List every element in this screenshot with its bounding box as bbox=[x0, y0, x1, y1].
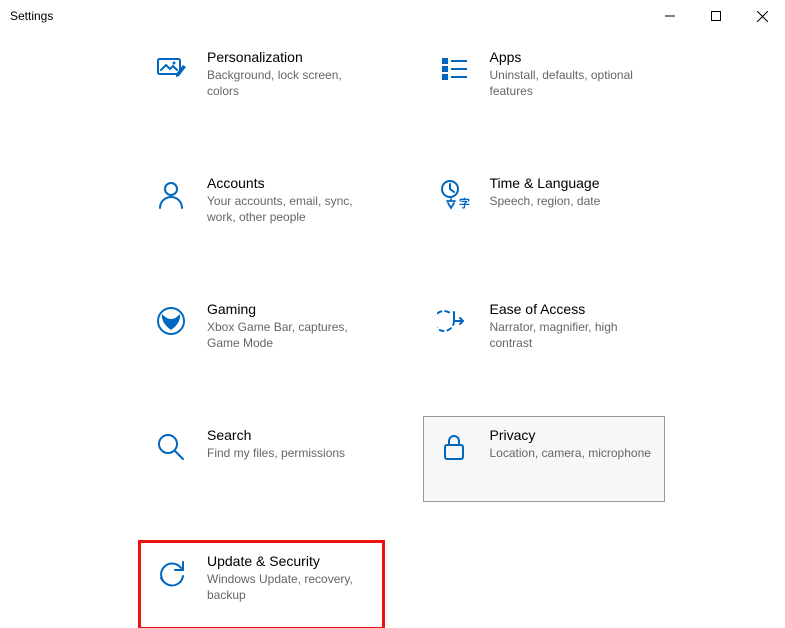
category-description: Location, camera, microphone bbox=[490, 445, 653, 461]
time-language-icon bbox=[436, 177, 472, 213]
category-title: Apps bbox=[490, 49, 653, 65]
category-description: Background, lock screen, colors bbox=[207, 67, 370, 99]
category-text: Update & Security Windows Update, recover… bbox=[207, 553, 370, 603]
category-text: Apps Uninstall, defaults, optional featur… bbox=[490, 49, 653, 99]
close-icon bbox=[757, 11, 768, 22]
close-button[interactable] bbox=[739, 0, 785, 32]
category-text: Gaming Xbox Game Bar, captures, Game Mode bbox=[207, 301, 370, 351]
minimize-icon bbox=[665, 11, 675, 21]
accounts-icon bbox=[153, 177, 189, 213]
titlebar: Settings bbox=[0, 0, 785, 32]
gaming-icon bbox=[153, 303, 189, 339]
window-title: Settings bbox=[10, 9, 647, 23]
category-description: Xbox Game Bar, captures, Game Mode bbox=[207, 319, 370, 351]
settings-category-privacy[interactable]: Privacy Location, camera, microphone bbox=[423, 416, 666, 502]
settings-category-update-security[interactable]: Update & Security Windows Update, recover… bbox=[140, 542, 383, 628]
category-description: Windows Update, recovery, backup bbox=[207, 571, 370, 603]
maximize-button[interactable] bbox=[693, 0, 739, 32]
privacy-icon bbox=[436, 429, 472, 465]
category-title: Accounts bbox=[207, 175, 370, 191]
category-text: Privacy Location, camera, microphone bbox=[490, 427, 653, 461]
settings-category-time-language[interactable]: Time & Language Speech, region, date bbox=[423, 164, 666, 250]
category-description: Speech, region, date bbox=[490, 193, 653, 209]
category-title: Search bbox=[207, 427, 370, 443]
category-description: Find my files, permissions bbox=[207, 445, 370, 461]
search-icon bbox=[153, 429, 189, 465]
settings-content: Personalization Background, lock screen, … bbox=[0, 32, 785, 628]
category-text: Search Find my files, permissions bbox=[207, 427, 370, 461]
category-text: Accounts Your accounts, email, sync, work… bbox=[207, 175, 370, 225]
settings-category-accounts[interactable]: Accounts Your accounts, email, sync, work… bbox=[140, 164, 383, 250]
apps-icon bbox=[436, 51, 472, 87]
category-title: Ease of Access bbox=[490, 301, 653, 317]
window-controls bbox=[647, 0, 785, 32]
category-text: Ease of Access Narrator, magnifier, high … bbox=[490, 301, 653, 351]
category-text: Time & Language Speech, region, date bbox=[490, 175, 653, 209]
category-title: Gaming bbox=[207, 301, 370, 317]
category-description: Narrator, magnifier, high contrast bbox=[490, 319, 653, 351]
ease-of-access-icon bbox=[436, 303, 472, 339]
category-title: Personalization bbox=[207, 49, 370, 65]
settings-category-gaming[interactable]: Gaming Xbox Game Bar, captures, Game Mode bbox=[140, 290, 383, 376]
settings-category-ease-of-access[interactable]: Ease of Access Narrator, magnifier, high … bbox=[423, 290, 666, 376]
maximize-icon bbox=[711, 11, 721, 21]
category-description: Your accounts, email, sync, work, other … bbox=[207, 193, 370, 225]
category-text: Personalization Background, lock screen, … bbox=[207, 49, 370, 99]
settings-grid: Personalization Background, lock screen, … bbox=[140, 38, 665, 628]
category-title: Update & Security bbox=[207, 553, 370, 569]
minimize-button[interactable] bbox=[647, 0, 693, 32]
category-description: Uninstall, defaults, optional features bbox=[490, 67, 653, 99]
settings-category-apps[interactable]: Apps Uninstall, defaults, optional featur… bbox=[423, 38, 666, 124]
update-security-icon bbox=[153, 555, 189, 591]
personalization-icon bbox=[153, 51, 189, 87]
category-title: Time & Language bbox=[490, 175, 653, 191]
settings-category-personalization[interactable]: Personalization Background, lock screen, … bbox=[140, 38, 383, 124]
category-title: Privacy bbox=[490, 427, 653, 443]
settings-category-search[interactable]: Search Find my files, permissions bbox=[140, 416, 383, 502]
